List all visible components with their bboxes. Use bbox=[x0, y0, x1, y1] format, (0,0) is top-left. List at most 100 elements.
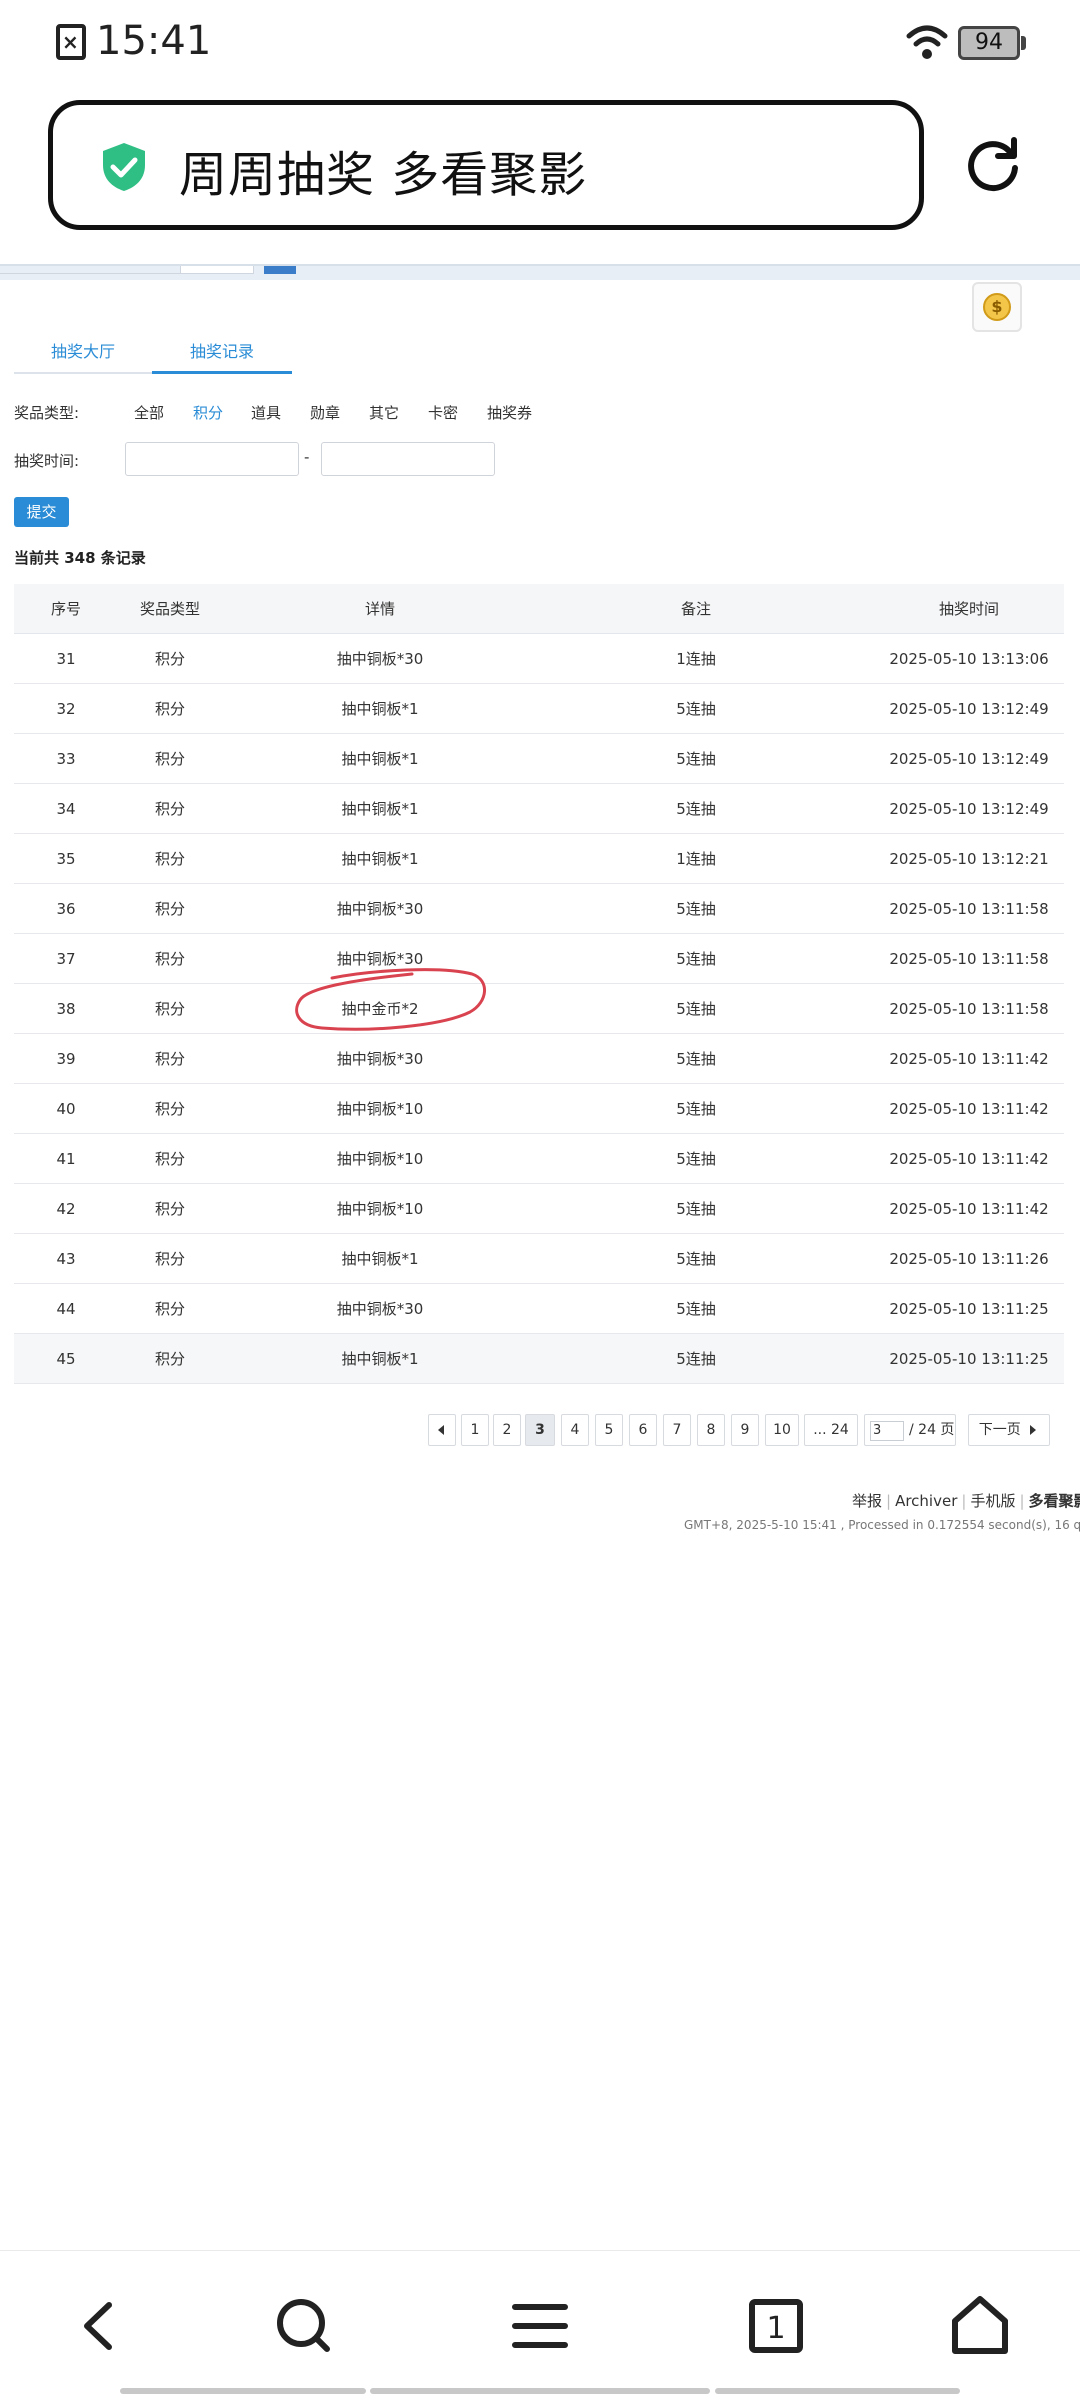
row-index: 33 bbox=[56, 750, 76, 768]
table-row: 35 积分 抽中铜板*1 1连抽 2025-05-10 13:12:21 bbox=[14, 834, 1064, 884]
filter-option-medals[interactable]: 勋章 bbox=[310, 402, 340, 423]
gesture-bar bbox=[370, 2388, 710, 2394]
footer-links: 举报|Archiver|手机版|多看聚影 bbox=[852, 1490, 1080, 1511]
page-button[interactable]: 9 bbox=[731, 1414, 759, 1446]
menu-icon[interactable] bbox=[505, 2291, 575, 2361]
row-prize-type: 积分 bbox=[154, 800, 185, 818]
table-row: 37 积分 抽中铜板*30 5连抽 2025-05-10 13:11:58 bbox=[14, 934, 1064, 984]
row-index: 42 bbox=[56, 1200, 76, 1218]
back-icon[interactable] bbox=[65, 2291, 135, 2361]
row-draw-time: 2025-05-10 13:12:49 bbox=[889, 700, 1049, 718]
table-row: 42 积分 抽中铜板*10 5连抽 2025-05-10 13:11:42 bbox=[14, 1184, 1064, 1234]
row-draw-time: 2025-05-10 13:11:42 bbox=[889, 1200, 1049, 1218]
page-button[interactable]: 7 bbox=[663, 1414, 691, 1446]
report-link[interactable]: 举报 bbox=[852, 1492, 882, 1510]
coin-icon: $ bbox=[983, 293, 1011, 321]
row-details: 抽中铜板*1 bbox=[341, 700, 419, 718]
filter-option-items[interactable]: 道具 bbox=[251, 402, 281, 423]
draw-time-label: 抽奖时间: bbox=[14, 452, 80, 470]
row-prize-type: 积分 bbox=[154, 750, 185, 768]
filter-option-cards[interactable]: 卡密 bbox=[428, 402, 458, 423]
row-prize-type: 积分 bbox=[154, 1050, 185, 1068]
gesture-bar bbox=[715, 2388, 960, 2394]
records-table: 序号 奖品类型 详情 备注 抽奖时间 31 积分 抽中铜板*30 1连抽 2025-05… bbox=[14, 584, 1064, 1384]
row-prize-type: 积分 bbox=[154, 1350, 185, 1368]
site-name-link[interactable]: 多看聚影 bbox=[1029, 1492, 1080, 1510]
page-button[interactable]: 10 bbox=[765, 1414, 799, 1446]
page-button[interactable]: 6 bbox=[629, 1414, 657, 1446]
row-prize-type: 积分 bbox=[154, 1250, 185, 1268]
mobile-version-link[interactable]: 手机版 bbox=[970, 1492, 1015, 1510]
row-prize-type: 积分 bbox=[154, 1300, 185, 1318]
battery-indicator: 94 bbox=[958, 26, 1020, 60]
shield-check-icon bbox=[103, 143, 145, 191]
prev-page-button[interactable] bbox=[428, 1414, 456, 1446]
row-index: 45 bbox=[56, 1350, 76, 1368]
row-index: 36 bbox=[56, 900, 76, 918]
table-row: 31 积分 抽中铜板*30 1连抽 2025-05-10 13:13:06 bbox=[14, 634, 1064, 684]
row-prize-type: 积分 bbox=[154, 1000, 185, 1018]
page-button[interactable]: 8 bbox=[697, 1414, 725, 1446]
table-row: 34 积分 抽中铜板*1 5连抽 2025-05-10 13:12:49 bbox=[14, 784, 1064, 834]
row-details: 抽中铜板*10 bbox=[336, 1150, 424, 1168]
table-row: 32 积分 抽中铜板*1 5连抽 2025-05-10 13:12:49 bbox=[14, 684, 1064, 734]
row-draw-time: 2025-05-10 13:11:26 bbox=[889, 1250, 1049, 1268]
address-bar[interactable]: 周周抽奖 多看聚影 bbox=[48, 100, 924, 230]
start-date-input[interactable] bbox=[125, 442, 299, 476]
row-prize-type: 积分 bbox=[154, 700, 185, 718]
tab-lottery-hall[interactable]: 抽奖大厅 bbox=[14, 332, 152, 374]
page-button[interactable]: 2 bbox=[493, 1414, 521, 1446]
total-pages-label: / 24 页 bbox=[909, 1422, 955, 1438]
tab-lottery-records[interactable]: 抽奖记录 bbox=[152, 332, 292, 374]
footer-meta: GMT+8, 2025-5-10 15:41 , Processed in 0.… bbox=[684, 1518, 1080, 1532]
file-error-icon: × bbox=[56, 24, 86, 60]
row-draw-time: 2025-05-10 13:11:58 bbox=[889, 950, 1049, 968]
next-page-button[interactable]: 下一页 bbox=[968, 1414, 1050, 1446]
filter-option-points[interactable]: 积分 bbox=[193, 402, 223, 423]
row-index: 38 bbox=[56, 1000, 76, 1018]
submit-button[interactable]: 提交 bbox=[14, 497, 69, 527]
filter-option-other[interactable]: 其它 bbox=[369, 402, 399, 423]
table-header: 序号 奖品类型 详情 备注 抽奖时间 bbox=[14, 584, 1064, 634]
header-button[interactable] bbox=[264, 266, 296, 274]
row-details: 抽中铜板*30 bbox=[336, 1300, 424, 1318]
table-row: 41 积分 抽中铜板*10 5连抽 2025-05-10 13:11:42 bbox=[14, 1134, 1064, 1184]
table-row: 33 积分 抽中铜板*1 5连抽 2025-05-10 13:12:49 bbox=[14, 734, 1064, 784]
filter-option-tickets[interactable]: 抽奖券 bbox=[487, 402, 532, 423]
row-prize-type: 积分 bbox=[154, 900, 185, 918]
row-draw-time: 2025-05-10 13:12:49 bbox=[889, 800, 1049, 818]
coin-button[interactable]: $ bbox=[972, 282, 1022, 332]
page-jump-input[interactable]: 3 bbox=[870, 1421, 904, 1441]
row-details: 抽中铜板*1 bbox=[341, 750, 419, 768]
tab-bar: 抽奖大厅 抽奖记录 bbox=[14, 332, 294, 374]
table-row: 38 积分 抽中金币*2 5连抽 2025-05-10 13:11:58 bbox=[14, 984, 1064, 1034]
page-button[interactable]: 5 bbox=[595, 1414, 623, 1446]
row-draw-time: 2025-05-10 13:11:58 bbox=[889, 900, 1049, 918]
header-index: 序号 bbox=[50, 600, 81, 618]
search-icon[interactable] bbox=[269, 2291, 339, 2361]
last-page-button[interactable]: ... 24 bbox=[804, 1414, 858, 1446]
row-index: 44 bbox=[56, 1300, 76, 1318]
row-prize-type: 积分 bbox=[154, 1100, 185, 1118]
end-date-input[interactable] bbox=[321, 442, 495, 476]
row-draw-time: 2025-05-10 13:13:06 bbox=[889, 650, 1049, 668]
row-details: 抽中铜板*30 bbox=[336, 650, 424, 668]
row-index: 35 bbox=[56, 850, 76, 868]
row-draw-time: 2025-05-10 13:11:58 bbox=[889, 1000, 1049, 1018]
row-prize-type: 积分 bbox=[154, 950, 185, 968]
next-arrow-icon bbox=[1030, 1425, 1037, 1435]
row-prize-type: 积分 bbox=[154, 1150, 185, 1168]
archiver-link[interactable]: Archiver bbox=[895, 1492, 957, 1510]
page-button[interactable]: 1 bbox=[461, 1414, 489, 1446]
prize-type-label: 奖品类型: bbox=[14, 404, 80, 422]
row-prize-type: 积分 bbox=[154, 1200, 185, 1218]
page-button[interactable]: 4 bbox=[561, 1414, 589, 1446]
page-button-current[interactable]: 3 bbox=[525, 1414, 555, 1446]
page-title: 周周抽奖 多看聚影 bbox=[179, 147, 588, 203]
row-details: 抽中铜板*30 bbox=[336, 1050, 424, 1068]
row-prize-type: 积分 bbox=[154, 850, 185, 868]
home-icon[interactable] bbox=[945, 2291, 1015, 2361]
reload-icon[interactable] bbox=[962, 134, 1024, 196]
filter-option-all[interactable]: 全部 bbox=[134, 402, 164, 423]
tabs-icon[interactable]: 1 bbox=[741, 2291, 811, 2361]
